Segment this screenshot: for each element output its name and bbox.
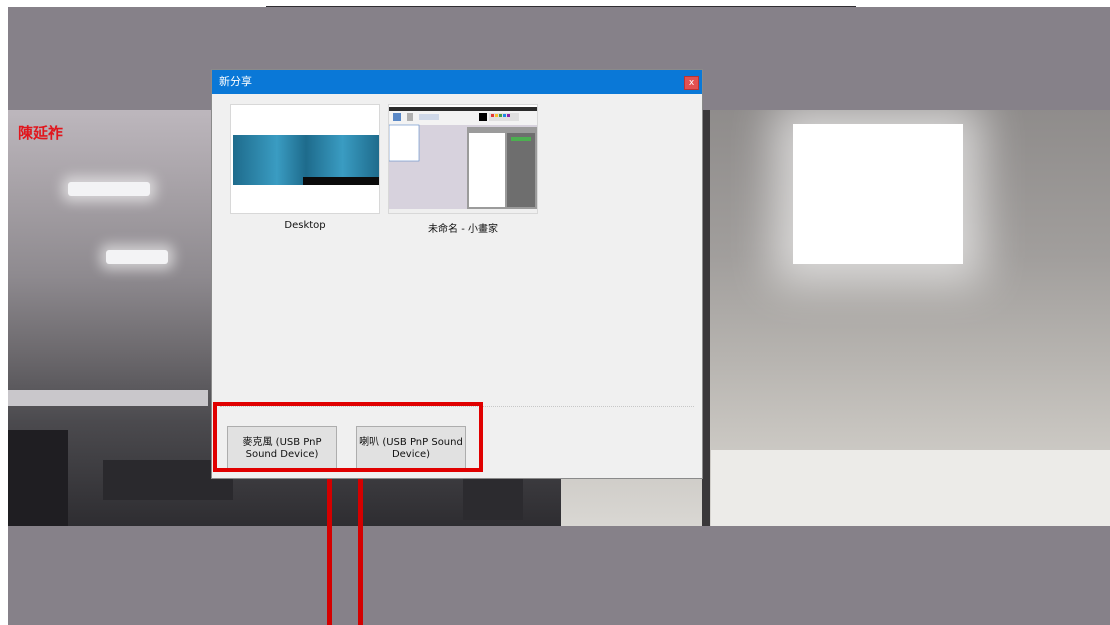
- office-furniture: [8, 430, 68, 526]
- dialog-title: 新分享: [219, 75, 252, 88]
- window-band: [8, 390, 208, 406]
- floor-area: [711, 450, 1110, 526]
- paint-window-preview: [389, 105, 537, 213]
- close-button[interactable]: x: [684, 76, 699, 90]
- taskbar-preview: [303, 177, 379, 185]
- wall-edge: [702, 110, 710, 526]
- bright-window: [793, 124, 963, 264]
- annotation-line: [358, 472, 363, 625]
- share-source-paint[interactable]: [388, 104, 538, 214]
- desktop-preview: [233, 135, 379, 185]
- top-divider: [266, 6, 856, 7]
- annotation-line: [327, 472, 332, 625]
- dialog-title-bar[interactable]: 新分享 x: [212, 70, 702, 94]
- audio-highlight-annotation: [213, 402, 483, 472]
- share-source-desktop[interactable]: [230, 104, 380, 214]
- share-source-label: Desktop: [284, 220, 326, 231]
- participant-name: 陳延祚: [18, 124, 64, 142]
- ceiling-light: [68, 182, 150, 196]
- ceiling-light: [106, 250, 168, 264]
- share-source-label: 未命名 - 小畫家: [428, 224, 498, 235]
